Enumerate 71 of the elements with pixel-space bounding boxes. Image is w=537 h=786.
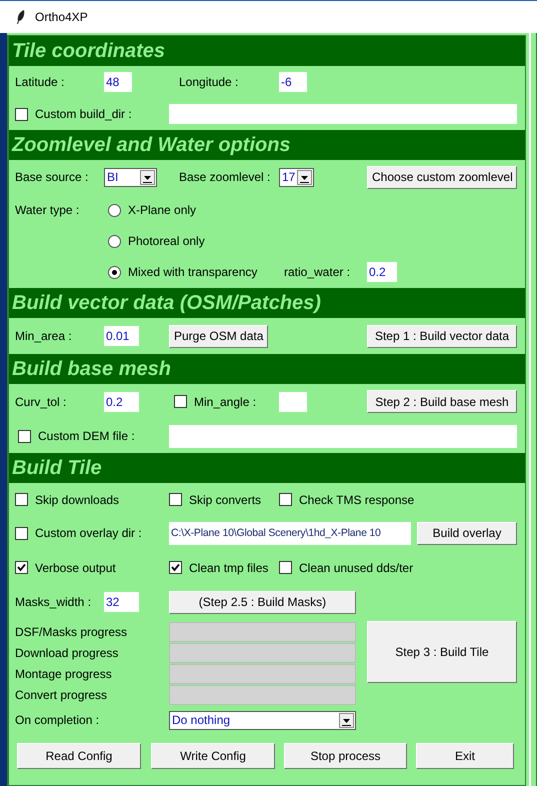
on-completion-label: On completion : — [15, 713, 100, 727]
radio-label: X-Plane only — [128, 203, 196, 217]
checkbox[interactable] — [279, 493, 292, 506]
min-area-field[interactable]: 0.01 — [104, 326, 139, 346]
latitude-label: Latitude : — [15, 75, 64, 89]
checkbox-label: Check TMS response — [299, 492, 414, 506]
checkbox[interactable] — [15, 526, 28, 540]
footer-button[interactable]: Exit — [416, 743, 514, 769]
progress-label: Convert progress — [15, 688, 108, 702]
section-header: Build Tile — [9, 453, 525, 483]
radio-label: Mixed with transparency — [128, 265, 258, 279]
min-area-label: Min_area : — [15, 329, 72, 343]
checkbox-label: Custom overlay dir : — [35, 526, 142, 540]
build-mesh-button[interactable]: Step 2 : Build base mesh — [367, 390, 517, 413]
footer-button[interactable]: Stop process — [284, 743, 407, 769]
min-angle-field[interactable] — [279, 392, 307, 412]
checkbox-label: Custom build_dir : — [35, 107, 132, 121]
footer-button[interactable]: Write Config — [151, 743, 275, 769]
checkbox[interactable] — [169, 493, 182, 506]
longitude-field[interactable]: -6 — [279, 72, 307, 92]
section-header: Zoomlevel and Water options — [9, 130, 525, 160]
base-source-label: Base source : — [15, 170, 88, 184]
dem-file-field[interactable] — [169, 424, 517, 448]
ratio-water-label: ratio_water : — [284, 265, 350, 279]
checkbox-label: Skip converts — [189, 492, 262, 506]
progress-label: DSF/Masks progress — [15, 624, 128, 638]
checkbox-label: Clean unused dds/ter — [299, 560, 414, 574]
radio-button[interactable] — [108, 204, 121, 216]
checkbox-label: Skip downloads — [35, 492, 120, 506]
progress-label: Download progress — [15, 646, 118, 660]
checkbox-label: Clean tmp files — [189, 560, 268, 574]
overlay-dir-field[interactable]: C:\X-Plane 10\Global Scenery\1hd_X-Plane 10 — [169, 522, 411, 544]
water-type-label: Water type : — [15, 203, 80, 217]
build-vector-button[interactable]: Step 1 : Build vector data — [367, 324, 517, 348]
base-zoomlevel-dropdown[interactable]: 17 — [279, 168, 314, 186]
footer-button[interactable]: Read Config — [17, 743, 141, 769]
checkbox[interactable] — [279, 561, 292, 574]
window-title: Ortho4XP — [35, 10, 88, 24]
curv-tol-label: Curv_tol : — [15, 394, 66, 408]
checkbox[interactable] — [15, 561, 28, 574]
masks-width-field[interactable]: 32 — [104, 592, 139, 612]
on-completion-dropdown[interactable]: Do nothing — [169, 710, 356, 730]
progress-label: Montage progress — [15, 666, 112, 680]
ratio-water-field[interactable]: 0.2 — [367, 262, 397, 282]
curv-tol-field[interactable]: 0.2 — [104, 392, 139, 412]
feather-icon — [16, 9, 26, 25]
radio-button[interactable] — [108, 234, 121, 248]
section-header: Build base mesh — [9, 354, 525, 384]
checkbox-label: Verbose output — [35, 560, 116, 574]
base-source-dropdown[interactable]: BI — [104, 168, 157, 186]
checkbox[interactable] — [169, 561, 182, 574]
checkbox[interactable] — [15, 493, 28, 506]
radio-button[interactable] — [108, 266, 121, 278]
checkbox-label: Min_angle : — [194, 394, 256, 408]
section-header: Build vector data (OSM/Patches) — [9, 288, 525, 318]
checkbox[interactable] — [18, 430, 31, 442]
checkbox[interactable] — [15, 108, 28, 120]
build-overlay-button[interactable]: Build overlay — [417, 522, 517, 544]
purge-osm-button[interactable]: Purge OSM data — [169, 324, 268, 348]
longitude-label: Longitude : — [179, 75, 238, 89]
choose-zoomlevel-button[interactable]: Choose custom zoomlevel — [367, 166, 517, 188]
build-dir-field[interactable] — [169, 104, 517, 124]
build-tile-button[interactable]: Step 3 : Build Tile — [367, 621, 517, 683]
build-masks-button[interactable]: (Step 2.5 : Build Masks) — [169, 590, 356, 614]
masks-width-label: Masks_width : — [15, 595, 92, 609]
checkbox[interactable] — [174, 395, 187, 408]
base-zoomlevel-label: Base zoomlevel : — [179, 170, 270, 184]
radio-label: Photoreal only — [128, 234, 205, 248]
section-header: Tile coordinates — [9, 36, 525, 66]
checkbox-label: Custom DEM file : — [38, 429, 135, 443]
latitude-field[interactable]: 48 — [104, 72, 132, 92]
